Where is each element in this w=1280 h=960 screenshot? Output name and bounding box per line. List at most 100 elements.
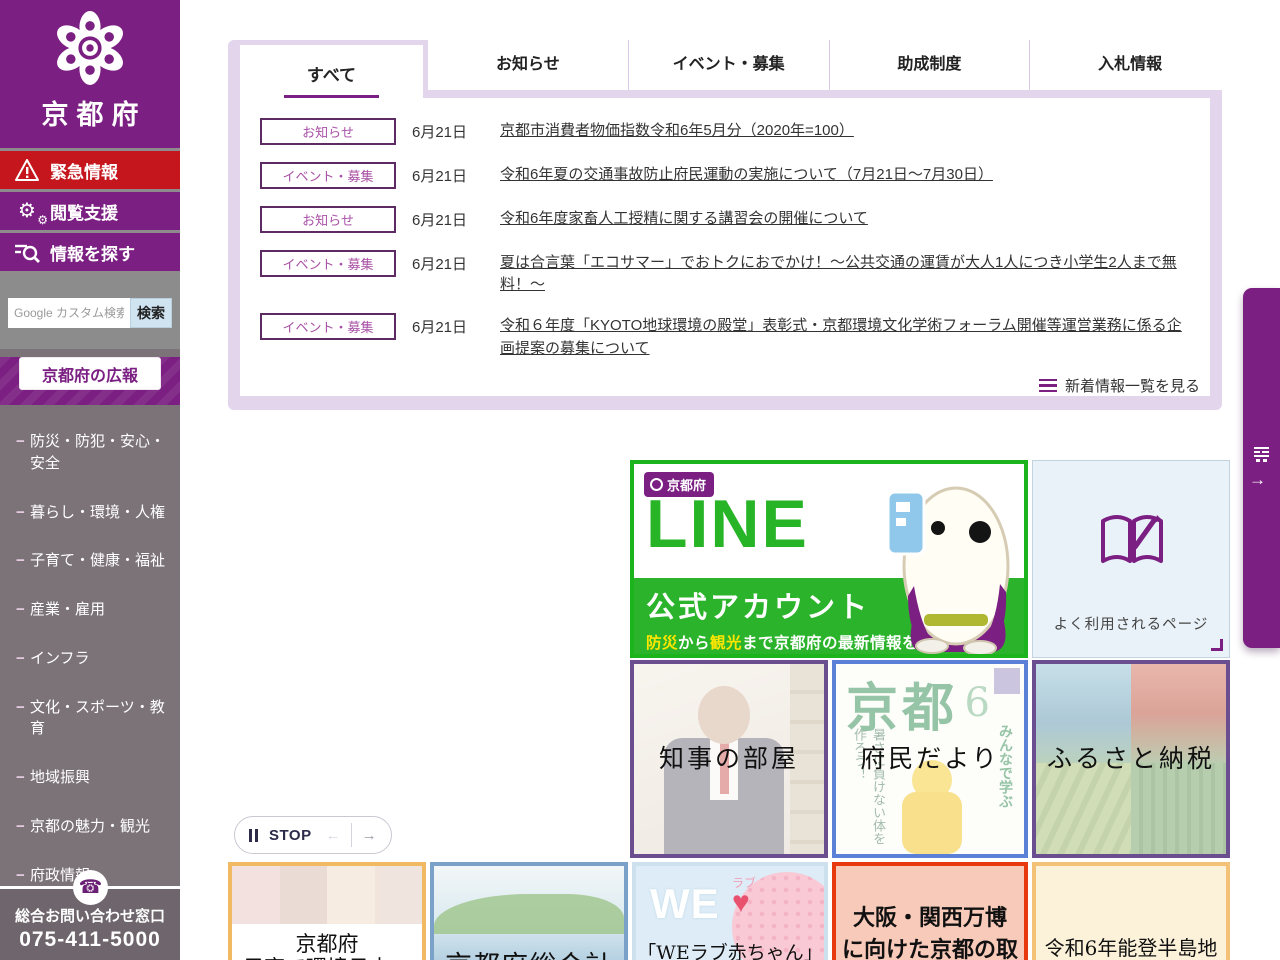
expo-kyoto-tile[interactable]: 大阪・関西万博 に向けた京都の取組 [832, 862, 1028, 960]
tile-label-line1: 令和6年能登半島地震 [1036, 932, 1226, 960]
sidebar-item-find-info[interactable]: 情報を探す [0, 230, 180, 271]
carousel-stop-button[interactable]: STOP [269, 827, 312, 844]
we-wordmark: WE [650, 880, 720, 928]
fumin-dayori-tile[interactable]: 京都 6 みんなで学ぶ 暑さに負けない体を作ろう！ 府民だより [832, 660, 1028, 858]
corner-mark-icon [1211, 639, 1223, 651]
more-label: 新着情報一覧を見る [1065, 375, 1200, 396]
tab-nyusatsu[interactable]: 入札情報 [1029, 40, 1230, 90]
custom-search: 検索 [0, 271, 180, 349]
side-panel-toggle[interactable]: → [1243, 288, 1280, 648]
news-link[interactable]: 令和６年度「KYOTO地球環境の殿堂」表彰式・京都環境文化学術フォーラム開催等運… [500, 313, 1195, 359]
site-logo[interactable]: 京都府 [0, 0, 180, 148]
search-button[interactable]: 検索 [130, 298, 172, 328]
line-wordmark: LINE [646, 490, 809, 558]
tile-label-line1: 京都府総合計画 [434, 944, 624, 960]
sidebar: 京都府 緊急情報 ⚙⚙ 閲覧支援 情報を探す 検索 京都府の広報 防災・防犯・ [0, 0, 180, 960]
news-link[interactable]: 令和6年夏の交通事故防止府民運動の実施について（7月21日～7月30日） [500, 162, 1195, 186]
book-pen-icon [1097, 511, 1167, 573]
carousel-next-button[interactable]: → [362, 827, 377, 844]
kyoto-pref-homepage: 京都府 緊急情報 ⚙⚙ 閲覧支援 情報を探す 検索 京都府の広報 防災・防犯・ [0, 0, 1280, 960]
badge-label: 京都府 [667, 475, 706, 494]
news-row: イベント・募集 6月21日 令和６年度「KYOTO地球環境の殿堂」表彰式・京都環… [260, 313, 1195, 359]
tile-label: 府民だより [836, 739, 1024, 775]
tab-oshirase[interactable]: お知らせ [428, 40, 628, 90]
list-icon [1039, 376, 1057, 396]
sidebar-item-label: 緊急情報 [50, 158, 118, 183]
news-link[interactable]: 京都市消費者物価指数令和6年5月分（2020年=100） [500, 118, 1195, 142]
news-row: イベント・募集 6月21日 夏は合言葉「エコサマー」でおトクにおでかけ！～公共交… [260, 250, 1195, 296]
tile-label-line1: 大阪・関西万博 [836, 900, 1024, 932]
tab-label: すべて [307, 66, 356, 85]
koho-button[interactable]: 京都府の広報 [19, 357, 161, 390]
open-arrow-icon: → [1249, 470, 1266, 490]
divider [351, 823, 352, 847]
contact-phone[interactable]: 075-411-5000 [0, 928, 180, 952]
tile-label-line1: 「WEラブ赤ちゃん」 [636, 938, 824, 960]
tab-josei[interactable]: 助成制度 [829, 40, 1030, 90]
cover-month: 6 [965, 680, 990, 726]
side-tab-glyph-icon [1253, 446, 1270, 463]
banner-carousel[interactable]: STOP ← → [228, 460, 626, 858]
site-title: 京都府 [0, 93, 180, 132]
news-badge[interactable]: イベント・募集 [260, 162, 396, 189]
search-input[interactable] [8, 298, 130, 328]
mayumaro-mascot-icon [884, 466, 1024, 656]
tile-label: 知事の部屋 [634, 739, 824, 775]
news-badge[interactable]: イベント・募集 [260, 313, 396, 340]
sidebar-item-bunka[interactable]: 文化・スポーツ・教育 [16, 697, 174, 741]
sidebar-item-chiiki[interactable]: 地域振興 [16, 767, 174, 789]
kyoto-emblem-mini-icon [650, 478, 663, 491]
news-widget: お知らせ イベント・募集 助成制度 入札情報 すべて お知らせ 6月21日 京都… [228, 36, 1230, 410]
news-badge[interactable]: イベント・募集 [260, 250, 396, 277]
line-official-banner[interactable]: 京都府 LINE 公式アカウント 防災から観光まで京都府の最新情報を発信 [630, 460, 1028, 658]
phone-icon: ☎ [73, 870, 108, 905]
sidebar-item-label: 情報を探す [50, 240, 135, 265]
kosodate-kankyo-tile[interactable]: 京都府 子育て環境日本一 [228, 862, 426, 960]
sidebar-item-kurashi[interactable]: 暮らし・環境・人権 [16, 502, 174, 524]
sidebar-item-kosodate[interactable]: 子育て・健康・福祉 [16, 550, 174, 572]
news-tab-bar: お知らせ イベント・募集 助成制度 入札情報 [428, 40, 1230, 90]
line-banner-badge: 京都府 [644, 472, 714, 497]
news-date: 6月21日 [412, 206, 474, 230]
tile-label: ふるさと納税 [1036, 739, 1226, 775]
news-row: お知らせ 6月21日 令和6年度家畜人工授精に関する講習会の開催について [260, 206, 1195, 233]
news-row: イベント・募集 6月21日 令和6年夏の交通事故防止府民運動の実施について（7月… [260, 162, 1195, 189]
quick-tile-label: よく利用されるページ [1033, 613, 1229, 634]
news-date: 6月21日 [412, 313, 474, 337]
pause-icon [249, 829, 261, 842]
frequently-used-pages-tile[interactable]: よく利用されるページ [1032, 460, 1230, 658]
photo-collage [232, 866, 422, 924]
tab-event-boshu[interactable]: イベント・募集 [628, 40, 829, 90]
news-link[interactable]: 夏は合言葉「エコサマー」でおトクにおでかけ！～公共交通の運賃が大人1人につき小学… [500, 250, 1195, 296]
sidebar-item-emergency[interactable]: 緊急情報 [0, 148, 180, 189]
news-more-link[interactable]: 新着情報一覧を見る [1039, 375, 1200, 396]
governor-room-tile[interactable]: 知事の部屋 [630, 660, 828, 858]
news-date: 6月21日 [412, 162, 474, 186]
sidebar-item-accessibility[interactable]: ⚙⚙ 閲覧支援 [0, 189, 180, 230]
sogo-keikaku-tile[interactable]: 京都府総合計画 [430, 862, 628, 960]
noto-earthquake-tile[interactable]: 令和6年能登半島地震 [1032, 862, 1230, 960]
tagline-text: から [678, 635, 710, 652]
sidebar-item-infra[interactable]: インフラ [16, 648, 174, 670]
tile-label-line2: に向けた京都の取組 [836, 932, 1024, 960]
tile-label-line2: 子育て環境日本一 [232, 952, 422, 960]
we-love-baby-tile[interactable]: WE ラブ ♥ 「WEラブ赤ちゃん」 [632, 862, 828, 960]
tab-subete-active[interactable]: すべて [240, 45, 423, 105]
sidebar-item-sangyo[interactable]: 産業・雇用 [16, 599, 174, 621]
furusato-nozei-tile[interactable]: ふるさと納税 [1032, 660, 1230, 858]
carousel-prev-button[interactable]: ← [326, 827, 341, 844]
gear-icon: ⚙⚙ [12, 198, 42, 224]
news-badge[interactable]: お知らせ [260, 206, 396, 233]
sidebar-item-miryoku[interactable]: 京都の魅力・観光 [16, 816, 174, 838]
active-tab-underline [284, 95, 379, 98]
koho-band: 京都府の広報 [0, 357, 180, 405]
news-date: 6月21日 [412, 250, 474, 274]
contact-block: ☎ 総合お問い合わせ窓口 075-411-5000 [0, 886, 180, 960]
sidebar-item-bosai[interactable]: 防災・防犯・安心・安全 [16, 431, 174, 475]
news-list: お知らせ 6月21日 京都市消費者物価指数令和6年5月分（2020年=100） … [260, 118, 1195, 377]
news-badge[interactable]: お知らせ [260, 118, 396, 145]
tagline-highlight: 観光 [710, 635, 742, 652]
news-date: 6月21日 [412, 118, 474, 142]
contact-label: 総合お問い合わせ窓口 [0, 905, 180, 926]
news-link[interactable]: 令和6年度家畜人工授精に関する講習会の開催について [500, 206, 1195, 230]
